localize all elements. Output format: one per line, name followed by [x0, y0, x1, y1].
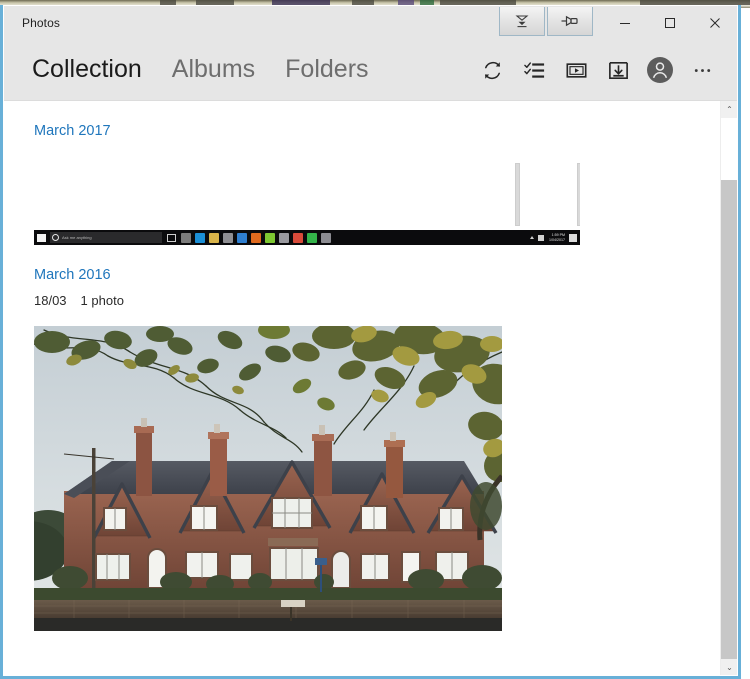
thumbnail-photo-almshouses[interactable] [34, 326, 502, 631]
slideshow-icon [565, 62, 587, 78]
scrollbar-track[interactable] [721, 180, 737, 659]
slideshow-button[interactable] [555, 49, 597, 91]
almshouses-photograph [34, 326, 502, 631]
day-photo-count: 1 photo [80, 293, 124, 308]
scroll-up-arrow[interactable]: ⌃ [721, 101, 737, 118]
thumbnail-cortana-icon [52, 234, 59, 241]
tab-folders[interactable]: Folders [285, 57, 368, 82]
scroll-capture-button[interactable] [499, 7, 545, 36]
account-button[interactable] [639, 49, 681, 91]
thumbnail-search-placeholder: Ask me anything [62, 235, 92, 240]
thumbnail-document-body [34, 157, 580, 228]
month-header-2016[interactable]: March 2016 [34, 267, 111, 283]
maximize-button[interactable] [647, 6, 692, 39]
select-icon [523, 61, 544, 78]
refresh-button[interactable] [471, 49, 513, 91]
window-inner: Photos Collection Albums Folders March 2… [3, 5, 738, 676]
minimize-button[interactable] [602, 6, 647, 39]
close-icon [709, 17, 720, 28]
title-bar[interactable]: Photos [4, 6, 737, 39]
scroll-capture-icon [515, 14, 529, 27]
thumbnail-tray-chevron-icon [530, 236, 534, 239]
thumbnail-network-icon [538, 234, 544, 241]
more-icon [694, 68, 710, 72]
app-title: Photos [22, 15, 60, 30]
refresh-icon [484, 61, 500, 79]
photos-app-window: Photos Collection Albums Folders March 2… [0, 5, 741, 679]
import-button[interactable] [597, 49, 639, 91]
thumbnail-clock-time: 1:59 PM [551, 233, 565, 238]
thumbnail-inner-scrollbar [515, 163, 520, 226]
more-button[interactable]: ··· [681, 49, 723, 91]
maximize-icon [664, 17, 675, 28]
thumbnail-clock-date: 1/04/2017 [549, 237, 565, 242]
pin-capture-icon [561, 15, 578, 27]
tab-albums[interactable]: Albums [172, 57, 255, 82]
thumbnail-search-box: Ask me anything [50, 232, 162, 243]
thumbnail-system-tray: 1:59 PM 1/04/2017 [530, 230, 577, 245]
account-avatar-icon [647, 57, 673, 83]
thumbnail-screenshot[interactable]: Ask me anything 1:59 PM 1/04/2017 [34, 157, 580, 245]
pin-capture-button[interactable] [547, 7, 593, 36]
photo-group-2017: March 2017 Ask me anything 1:59 PM 1/04/… [4, 101, 720, 245]
thumbnail-taskbar-icons [181, 232, 335, 243]
day-meta-2016: 18/03 1 photo [34, 293, 720, 308]
window-controls [602, 6, 737, 39]
minimize-icon [619, 22, 630, 24]
photo-group-2016: March 2016 18/03 1 photo [4, 245, 720, 631]
scroll-area: March 2017 Ask me anything 1:59 PM 1/04/… [4, 101, 720, 675]
tab-collection[interactable]: Collection [32, 57, 142, 82]
thumbnail-clock: 1:59 PM 1/04/2017 [549, 233, 565, 242]
photo-collection-content: March 2017 Ask me anything 1:59 PM 1/04/… [4, 101, 737, 675]
thumbnail-taskview-icon [167, 233, 176, 242]
scrollbar-thumb[interactable] [721, 118, 737, 180]
command-bar-actions: ··· [471, 39, 723, 101]
select-button[interactable] [513, 49, 555, 91]
navigation-tabs: Collection Albums Folders [32, 57, 399, 82]
month-header-2017[interactable]: March 2017 [34, 123, 111, 139]
day-date: 18/03 [34, 293, 67, 308]
vertical-scrollbar[interactable]: ⌃ ⌄ [720, 101, 737, 675]
thumbnail-start-icon [37, 233, 46, 242]
command-bar: Collection Albums Folders [4, 39, 737, 101]
thumbnail-taskbar: Ask me anything 1:59 PM 1/04/2017 [34, 230, 580, 245]
scroll-down-arrow[interactable]: ⌄ [721, 659, 737, 675]
thumbnail-action-center-icon [569, 233, 577, 242]
capture-toolbar [499, 7, 593, 37]
close-button[interactable] [692, 6, 737, 39]
import-icon [608, 61, 628, 79]
thumbnail-outer-scrollbar [577, 163, 580, 226]
